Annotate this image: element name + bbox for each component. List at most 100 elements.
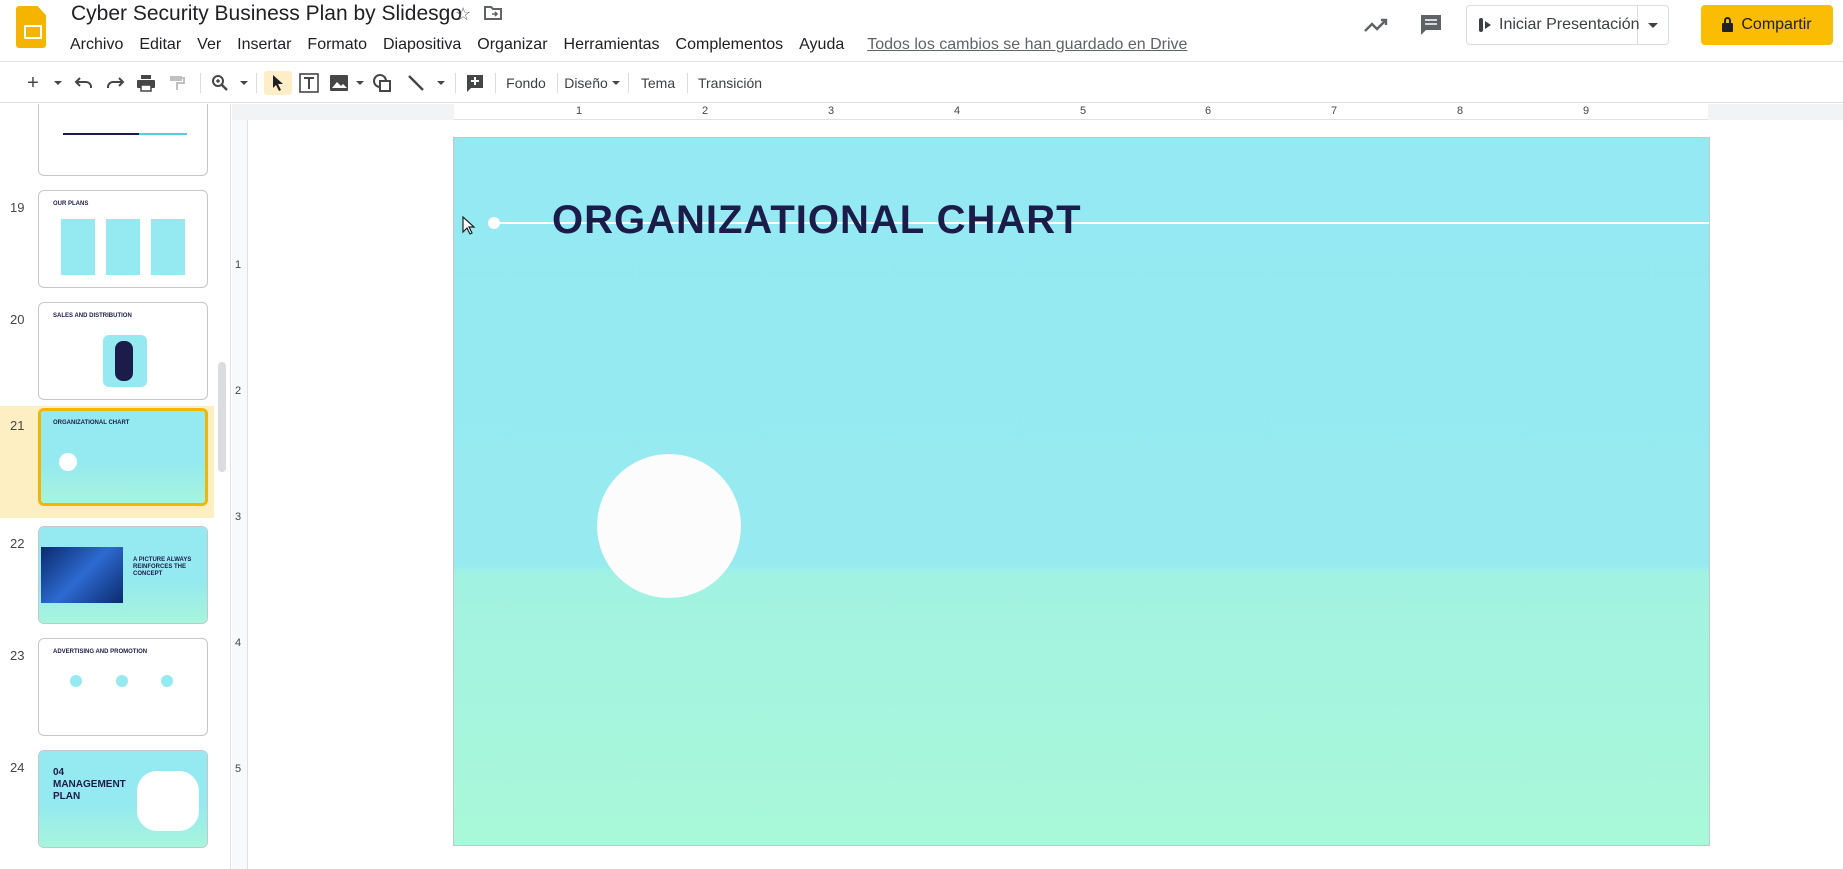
slide-thumb-title: 04 MANAGEMENT PLAN <box>53 767 126 802</box>
menu-complementos[interactable]: Complementos <box>668 36 792 54</box>
line-start-dot[interactable] <box>488 217 500 229</box>
star-icon[interactable]: ☆ <box>455 4 471 25</box>
menu-insertar[interactable]: Insertar <box>229 36 299 54</box>
slide-number: 22 <box>10 536 25 551</box>
chevron-down-icon <box>1648 22 1658 28</box>
present-icon <box>1479 18 1491 32</box>
toolbar: + Fondo Diseño Tema Transición <box>0 61 1843 103</box>
theme-button[interactable]: Tema <box>633 71 683 95</box>
ruler-number: 4 <box>235 637 242 649</box>
slide-thumb-image: 04 MANAGEMENT PLAN <box>38 750 208 848</box>
comments-icon[interactable] <box>1418 12 1446 38</box>
menu-editar[interactable]: Editar <box>131 36 189 54</box>
slide-thumbnail-21[interactable]: 21 ORGANIZATIONAL CHART <box>0 406 214 518</box>
chevron-down-icon <box>437 81 445 85</box>
slide-thumb-title: A PICTURE ALWAYS REINFORCES THE CONCEPT <box>133 557 192 577</box>
slide-thumb-title: ADVERTISING AND PROMOTION <box>53 649 148 655</box>
shape-icon[interactable] <box>370 71 394 95</box>
line-dropdown[interactable] <box>433 71 445 95</box>
ruler-number: 2 <box>235 385 242 397</box>
slide-thumb-title: OUR PLANS <box>53 201 89 207</box>
menu-bar: Archivo Editar Ver Insertar Formato Diap… <box>60 34 1187 56</box>
present-options-dropdown[interactable] <box>1638 6 1668 44</box>
slide-number: 21 <box>10 418 25 433</box>
lock-icon <box>1722 16 1734 32</box>
ruler-number: 7 <box>1331 105 1338 117</box>
ruler-number: 3 <box>235 511 242 523</box>
slide-thumb-image: ORGANIZATIONAL CHART <box>38 408 208 506</box>
slide-thumbnail-18[interactable] <box>0 104 214 188</box>
present-button[interactable]: Iniciar Presentación <box>1467 6 1640 44</box>
slide-thumb-image: A PICTURE ALWAYS REINFORCES THE CONCEPT <box>38 526 208 624</box>
current-slide[interactable]: ORGANIZATIONAL CHART <box>453 137 1710 846</box>
zoom-dropdown[interactable] <box>236 71 248 95</box>
slide-thumb-title: ORGANIZATIONAL CHART <box>53 420 130 426</box>
ruler-number: 1 <box>576 105 583 117</box>
print-icon[interactable] <box>134 71 158 95</box>
menu-archivo[interactable]: Archivo <box>60 36 131 54</box>
white-circle-shape[interactable] <box>597 454 741 598</box>
ruler-number: 9 <box>1583 105 1590 117</box>
ruler-number: 5 <box>1080 105 1087 117</box>
share-label: Compartir <box>1741 16 1812 33</box>
ruler-number: 5 <box>235 763 242 775</box>
chevron-down-icon <box>240 81 248 85</box>
menu-organizar[interactable]: Organizar <box>469 36 555 54</box>
mouse-cursor-icon <box>462 215 476 236</box>
present-button-group: Iniciar Presentación <box>1466 5 1669 45</box>
add-comment-icon[interactable] <box>463 71 487 95</box>
menu-herramientas[interactable]: Herramientas <box>556 36 668 54</box>
saved-status-link[interactable]: Todos los cambios se han guardado en Dri… <box>867 36 1187 54</box>
transition-label: Transición <box>697 75 763 91</box>
slide-number: 19 <box>10 200 25 215</box>
slide-title[interactable]: ORGANIZATIONAL CHART <box>552 198 1082 243</box>
slide-filmstrip: 19 OUR PLANS 20 SALES AND DISTRIBUTION 2… <box>0 104 231 869</box>
ruler-number: 3 <box>828 105 835 117</box>
slide-thumbnail-23[interactable]: 23 ADVERTISING AND PROMOTION <box>0 638 214 748</box>
slide-thumbnail-24[interactable]: 24 04 MANAGEMENT PLAN <box>0 750 214 860</box>
slide-number: 23 <box>10 648 25 663</box>
undo-icon[interactable] <box>72 71 96 95</box>
ruler-number: 2 <box>702 105 709 117</box>
redo-icon[interactable] <box>103 71 127 95</box>
slide-thumbnail-22[interactable]: 22 A PICTURE ALWAYS REINFORCES THE CONCE… <box>0 526 214 636</box>
ruler-number: 8 <box>1457 105 1464 117</box>
move-folder-icon[interactable] <box>483 4 503 27</box>
menu-formato[interactable]: Formato <box>299 36 375 54</box>
slide-thumbnail-19[interactable]: 19 OUR PLANS <box>0 190 214 300</box>
document-title[interactable]: Cyber Security Business Plan by Slidesgo <box>71 2 462 26</box>
transition-button[interactable]: Transición <box>692 71 768 95</box>
layout-label: Diseño <box>564 75 608 91</box>
title-bar: Cyber Security Business Plan by Slidesgo… <box>0 0 1843 60</box>
slide-thumbnail-20[interactable]: 20 SALES AND DISTRIBUTION <box>0 302 214 412</box>
new-slide-layout-dropdown[interactable] <box>50 71 62 95</box>
slide-thumb-image: SALES AND DISTRIBUTION <box>38 302 208 400</box>
ruler-number: 4 <box>954 105 961 117</box>
slide-thumb-image: ADVERTISING AND PROMOTION <box>38 638 208 736</box>
select-tool-cursor-icon[interactable] <box>264 71 292 95</box>
menu-ver[interactable]: Ver <box>189 36 229 54</box>
paint-format-icon[interactable] <box>165 71 189 95</box>
present-label: Iniciar Presentación <box>1499 16 1640 33</box>
share-button[interactable]: Compartir <box>1701 5 1833 45</box>
activity-trend-icon[interactable] <box>1362 12 1390 38</box>
chevron-down-icon <box>356 81 364 85</box>
background-label: Fondo <box>506 75 546 91</box>
zoom-icon[interactable] <box>208 71 232 95</box>
chevron-down-icon <box>611 81 620 85</box>
new-slide-plus-icon[interactable]: + <box>22 71 44 95</box>
menu-ayuda[interactable]: Ayuda <box>791 36 852 54</box>
filmstrip-scrollbar[interactable] <box>218 362 226 472</box>
slides-logo-icon[interactable] <box>16 6 46 48</box>
image-icon[interactable] <box>327 71 351 95</box>
slide-thumb-title: SALES AND DISTRIBUTION <box>53 313 132 319</box>
ruler-number: 1 <box>235 259 242 271</box>
line-icon[interactable] <box>404 71 428 95</box>
background-button[interactable]: Fondo <box>500 71 552 95</box>
layout-button[interactable]: Diseño <box>562 71 622 95</box>
menu-diapositiva[interactable]: Diapositiva <box>375 36 469 54</box>
image-dropdown[interactable] <box>352 71 364 95</box>
theme-label: Tema <box>640 75 676 91</box>
slide-thumb-image: OUR PLANS <box>38 190 208 288</box>
text-box-icon[interactable] <box>297 71 321 95</box>
